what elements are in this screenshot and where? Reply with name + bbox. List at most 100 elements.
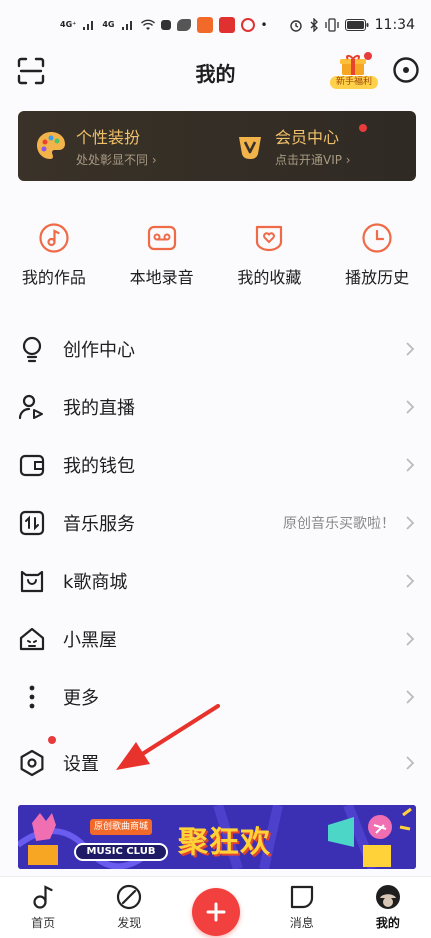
- quick-label: 我的收藏: [237, 268, 302, 287]
- chevron-right-icon: [406, 400, 415, 414]
- tab-label: 消息: [289, 916, 314, 930]
- app-plane-icon: [196, 17, 213, 33]
- chevron-right-icon: [406, 756, 415, 770]
- chevron-right-icon: [406, 342, 415, 356]
- promo-title: 聚狂欢: [178, 825, 271, 860]
- sort-icon: [19, 510, 45, 536]
- signal-icon: [83, 21, 94, 30]
- network-4g-plus: 4G⁺: [60, 20, 77, 29]
- plus-icon: [206, 902, 225, 922]
- cassette-icon: [147, 225, 176, 251]
- avatar-icon: [375, 885, 400, 909]
- status-left: 4G⁺ 4G •: [60, 17, 268, 33]
- vip-center-entry[interactable]: 会员中心 点击开通VIP ›: [217, 111, 416, 181]
- music-note-icon: [39, 223, 69, 253]
- house-icon: [19, 627, 45, 651]
- quick-local-recordings[interactable]: 本地录音: [108, 222, 216, 288]
- newbie-gift-button[interactable]: 新手福利: [330, 52, 378, 90]
- chevron-right-icon: [406, 458, 415, 472]
- live-user-icon: [18, 394, 43, 420]
- tab-bar: 首页 发现 消息 我的: [0, 876, 431, 938]
- heart-icon: [256, 225, 283, 252]
- menu-music-service[interactable]: 音乐服务 原创音乐买歌啦！: [0, 494, 431, 552]
- tab-label: 发现: [117, 916, 142, 930]
- tab-create[interactable]: [172, 877, 258, 938]
- menu-label: 设置: [63, 754, 99, 775]
- music-note-icon: [33, 885, 53, 909]
- menu-k-song-mall[interactable]: k歌商城: [0, 552, 431, 610]
- wallet-icon: [19, 454, 45, 477]
- menu-label: 创作中心: [63, 340, 135, 361]
- banner-title: 个性装扮: [76, 128, 141, 147]
- app-square-icon: [160, 20, 171, 30]
- banner-text: 个性装扮 处处彰显不同 ›: [76, 124, 157, 168]
- menu-label: 我的钱包: [63, 456, 135, 477]
- annotation-arrow: [116, 704, 220, 770]
- quick-play-history[interactable]: 播放历史: [323, 222, 431, 288]
- now-playing-disc-icon[interactable]: [392, 56, 420, 84]
- menu-label: 音乐服务: [63, 514, 135, 535]
- bulb-icon: [22, 336, 42, 363]
- quick-my-works[interactable]: 我的作品: [0, 222, 108, 288]
- gift-icon: [340, 55, 366, 75]
- message-icon: [290, 885, 313, 909]
- weibo-icon: [240, 18, 255, 32]
- notification-dot: [364, 52, 372, 60]
- header: 我的 新手福利: [0, 50, 431, 94]
- promo-banner[interactable]: 原创歌曲商城 MUSIC CLUB 聚狂欢: [18, 805, 416, 869]
- personal-dressup-entry[interactable]: 个性装扮 处处彰显不同 ›: [18, 111, 217, 181]
- banner-text: 会员中心 点击开通VIP ›: [275, 124, 351, 168]
- tab-messages[interactable]: 消息: [259, 877, 345, 938]
- menu-blacklist-room[interactable]: 小黑屋: [0, 610, 431, 668]
- signal-icon: [121, 21, 132, 30]
- quick-label: 播放历史: [345, 268, 410, 287]
- tab-label: 首页: [31, 916, 56, 930]
- status-bar: 4G⁺ 4G • 11:34: [0, 0, 431, 50]
- tab-home[interactable]: 首页: [0, 877, 86, 938]
- palette-icon: [37, 132, 65, 159]
- notification-dot: [48, 736, 56, 744]
- menu-label: 小黑屋: [63, 630, 117, 651]
- vip-banner: 个性装扮 处处彰显不同 › 会员中心 点击开通VIP ›: [18, 111, 416, 181]
- tab-me[interactable]: 我的: [345, 877, 431, 938]
- chevron-right-icon: [406, 516, 415, 530]
- clock-icon: [362, 223, 392, 253]
- alarm-icon: [289, 20, 302, 32]
- chevron-right-icon: [406, 632, 415, 646]
- bluetooth-icon: [310, 18, 318, 32]
- banner-title: 会员中心: [275, 128, 340, 147]
- more-dots-icon: •: [260, 18, 268, 32]
- tab-discover[interactable]: 发现: [86, 877, 172, 938]
- clock-time: 11:34: [374, 17, 415, 33]
- vip-badge-icon: [239, 137, 261, 159]
- menu-note: 原创音乐买歌啦！: [283, 516, 395, 532]
- gift-label: 新手福利: [330, 76, 378, 89]
- menu-label: k歌商城: [63, 572, 128, 593]
- promo-club-label: MUSIC CLUB: [74, 843, 168, 861]
- vibrate-icon: [324, 18, 339, 32]
- settings-hex-icon: [20, 749, 44, 777]
- compass-icon: [117, 884, 142, 910]
- create-button[interactable]: [191, 888, 240, 936]
- promo-tag: 原创歌曲商城: [90, 819, 152, 835]
- quick-my-favorites[interactable]: 我的收藏: [216, 222, 324, 288]
- menu-creation-center[interactable]: 创作中心: [0, 320, 431, 378]
- status-right: 11:34: [289, 17, 415, 33]
- menu-my-wallet[interactable]: 我的钱包: [0, 436, 431, 494]
- menu-my-live[interactable]: 我的直播: [0, 378, 431, 436]
- menu-label: 我的直播: [63, 398, 135, 419]
- app-red-icon: [218, 17, 235, 33]
- banner-subtitle: 处处彰显不同 ›: [76, 153, 157, 167]
- tab-label: 我的: [375, 916, 400, 930]
- wifi-icon: [140, 19, 155, 30]
- app-bird-icon: [176, 19, 191, 31]
- notification-dot: [359, 124, 367, 132]
- chevron-right-icon: [406, 690, 415, 704]
- quick-label: 本地录音: [129, 268, 194, 287]
- network-4g: 4G: [102, 20, 115, 29]
- quick-actions: 我的作品 本地录音 我的收藏 播放历史: [0, 222, 431, 288]
- menu-label: 更多: [63, 688, 99, 709]
- chevron-right-icon: [406, 574, 415, 588]
- banner-subtitle: 点击开通VIP ›: [275, 153, 351, 167]
- quick-label: 我的作品: [21, 268, 86, 287]
